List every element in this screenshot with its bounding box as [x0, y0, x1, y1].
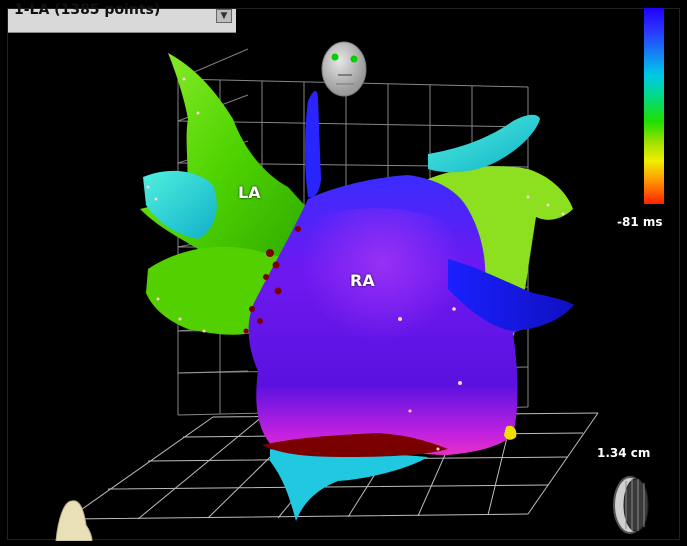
anatomy-3d-view[interactable] [8, 9, 681, 541]
ivc-cyan-flange [270, 449, 428, 521]
map-viewport[interactable]: 1-LA (1385 points) ▼ LA RA [7, 2, 681, 541]
la-cyan-appendage [143, 170, 217, 239]
la-cyan-right-tip [428, 114, 540, 173]
ra-label: RA [350, 271, 375, 290]
scale-coin-icon [613, 476, 649, 534]
la-label: LA [238, 183, 261, 202]
scale-label: 1.34 cm [597, 446, 651, 460]
chevron-down-icon[interactable]: ▼ [216, 9, 232, 23]
color-bar-bottom-label: -81 ms [617, 215, 663, 229]
map-selector-value: 1-LA (1385 points) [14, 2, 161, 18]
ra-core-highlight [300, 208, 464, 364]
la-surface-upper [140, 53, 308, 271]
svc-spike [305, 90, 321, 198]
yellow-tip [504, 425, 517, 440]
torso-orientation-icon[interactable] [55, 500, 93, 541]
head-orientation-icon[interactable] [321, 41, 367, 97]
activation-color-bar[interactable] [644, 8, 664, 204]
carto-viewer: 1-LA (1385 points) ▼ LA RA -81 ms 1.34 c… [0, 0, 687, 546]
map-selector-dropdown[interactable]: 1-LA (1385 points) ▼ [8, 2, 236, 33]
